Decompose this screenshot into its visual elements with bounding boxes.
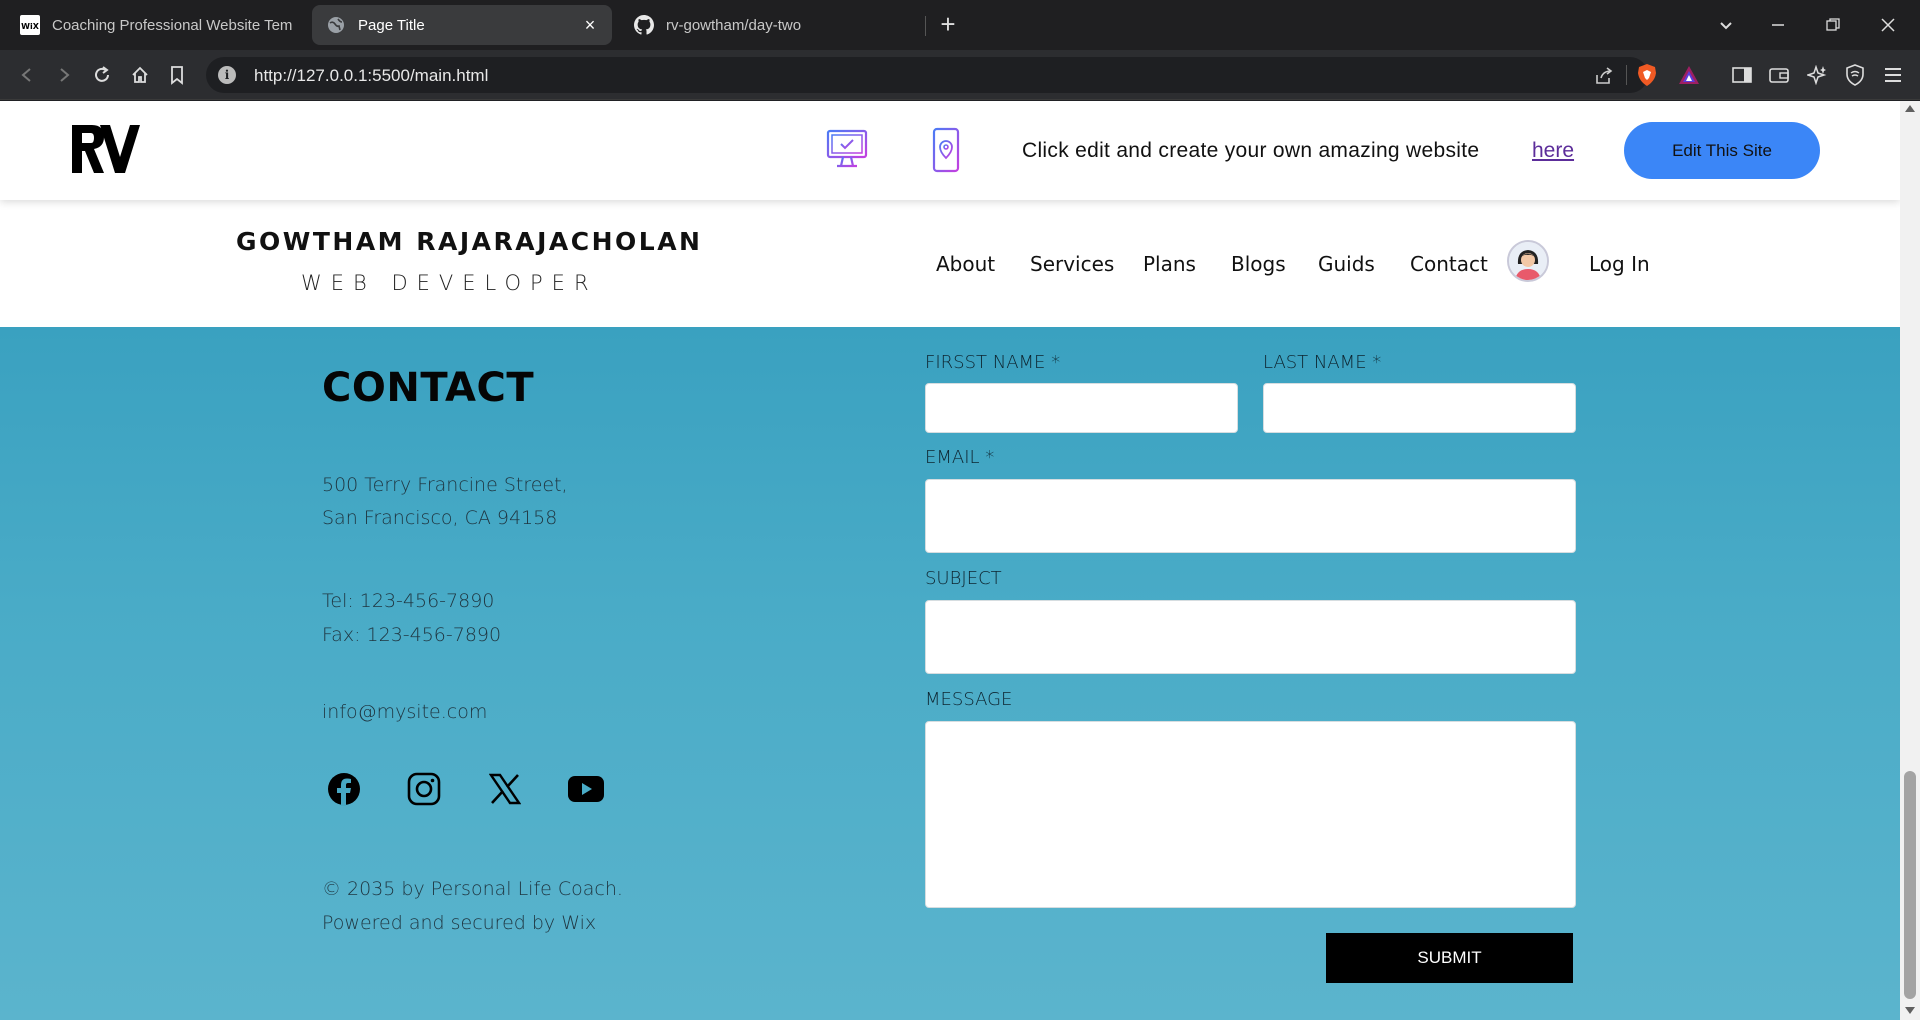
close-window-icon[interactable] [1870, 10, 1906, 40]
message-label: MESSAGE [925, 689, 1013, 710]
subject-label: SUBJECT [925, 568, 1002, 589]
user-avatar-icon [1509, 242, 1547, 280]
subject-field[interactable] [925, 600, 1576, 674]
minimize-icon[interactable] [1760, 10, 1796, 40]
contact-title: CONTACT [322, 365, 535, 411]
email-label: EMAIL * [925, 447, 995, 468]
site-info-icon[interactable]: i [218, 66, 236, 84]
site-header: GOWTHAM RAJARAJACHOLAN WEB DEVELOPER Abo… [0, 200, 1900, 327]
fax-number: Fax: 123-456-7890 [322, 624, 502, 646]
site-tagline: WEB DEVELOPER [301, 271, 598, 295]
github-icon [634, 15, 654, 35]
youtube-icon[interactable] [568, 771, 604, 807]
instagram-icon[interactable] [406, 771, 442, 807]
email-field[interactable] [925, 479, 1576, 553]
nav-services[interactable]: Services [1030, 252, 1114, 276]
tab-page-title[interactable]: Page Title × [312, 5, 612, 45]
scroll-down-icon[interactable] [1905, 1007, 1915, 1014]
avatar[interactable] [1507, 240, 1549, 282]
bookmark-icon[interactable] [162, 60, 192, 90]
globe-icon [326, 15, 346, 35]
page-viewport: Click edit and create your own amazing w… [0, 101, 1900, 1020]
omnibox-divider [1626, 65, 1627, 85]
tab-title: Page Title [358, 16, 425, 34]
here-link[interactable]: here [1532, 139, 1574, 163]
address-bar[interactable]: i http://127.0.0.1:5500/main.html [206, 57, 1648, 93]
nav-contact[interactable]: Contact [1410, 252, 1488, 276]
tab-separator [925, 16, 926, 36]
tab-github[interactable]: rv-gowtham/day-two [620, 5, 920, 45]
copyright-line-1: © 2035 by Personal Life Coach. [322, 878, 623, 900]
wix-banner: Click edit and create your own amazing w… [0, 101, 1900, 200]
nav-plans[interactable]: Plans [1143, 252, 1196, 276]
scroll-up-icon[interactable] [1905, 105, 1915, 112]
mobile-icon [932, 127, 960, 178]
brave-shields-icon[interactable] [1632, 60, 1662, 90]
back-icon[interactable] [12, 60, 42, 90]
facebook-icon[interactable] [326, 771, 362, 807]
phone-number: Tel: 123-456-7890 [322, 590, 495, 612]
last-name-label: LAST NAME * [1263, 352, 1382, 373]
vpn-shield-icon[interactable] [1840, 60, 1870, 90]
browser-toolbar: i http://127.0.0.1:5500/main.html [0, 50, 1920, 100]
first-name-field[interactable] [925, 383, 1238, 433]
login-link[interactable]: Log In [1589, 252, 1650, 276]
tab-strip: WiX Coaching Professional Website Templ … [0, 0, 1920, 50]
banner-message: Click edit and create your own amazing w… [1022, 139, 1480, 162]
page-scrollbar[interactable] [1900, 101, 1920, 1020]
nav-blogs[interactable]: Blogs [1231, 252, 1286, 276]
forward-icon[interactable] [49, 60, 79, 90]
wallet-icon[interactable] [1764, 60, 1794, 90]
nav-about[interactable]: About [936, 252, 995, 276]
address-line-2: San Francisco, CA 94158 [322, 507, 558, 529]
restore-icon[interactable] [1815, 10, 1851, 40]
tab-title: rv-gowtham/day-two [666, 16, 802, 34]
email-link[interactable]: info@mysite.com [322, 696, 487, 729]
scrollbar-thumb[interactable] [1904, 771, 1916, 999]
close-tab-icon[interactable]: × [580, 15, 600, 35]
new-tab-button[interactable]: + [933, 10, 963, 40]
message-field[interactable] [925, 721, 1576, 908]
submit-button[interactable]: SUBMIT [1326, 933, 1573, 983]
x-icon[interactable] [487, 771, 523, 807]
wix-favicon: WiX [20, 15, 40, 35]
contact-section: CONTACT 500 Terry Francine Street, San F… [0, 327, 1900, 1020]
tab-search-icon[interactable] [1708, 10, 1744, 40]
edit-site-button[interactable]: Edit This Site [1624, 122, 1820, 179]
nav-guids[interactable]: Guids [1318, 252, 1375, 276]
first-name-label: FIRSST NAME * [925, 352, 1061, 373]
tab-wix[interactable]: WiX Coaching Professional Website Templ [6, 5, 306, 45]
tab-title: Coaching Professional Website Templ [52, 16, 292, 34]
rv-logo[interactable] [70, 123, 142, 180]
address-line-1: 500 Terry Francine Street, [322, 474, 568, 496]
reload-icon[interactable] [87, 60, 117, 90]
desktop-icon [826, 128, 868, 177]
sidebar-icon[interactable] [1727, 60, 1757, 90]
home-icon[interactable] [125, 60, 155, 90]
url-text: http://127.0.0.1:5500/main.html [254, 66, 489, 85]
leo-ai-icon[interactable] [1802, 60, 1832, 90]
menu-icon[interactable] [1878, 60, 1908, 90]
brave-rewards-icon[interactable] [1674, 60, 1704, 90]
svg-text:WiX: WiX [21, 22, 40, 31]
copyright-line-2: Powered and secured by Wix [322, 912, 597, 934]
last-name-field[interactable] [1263, 383, 1576, 433]
share-icon[interactable] [1593, 65, 1615, 87]
site-name[interactable]: GOWTHAM RAJARAJACHOLAN [236, 227, 702, 256]
